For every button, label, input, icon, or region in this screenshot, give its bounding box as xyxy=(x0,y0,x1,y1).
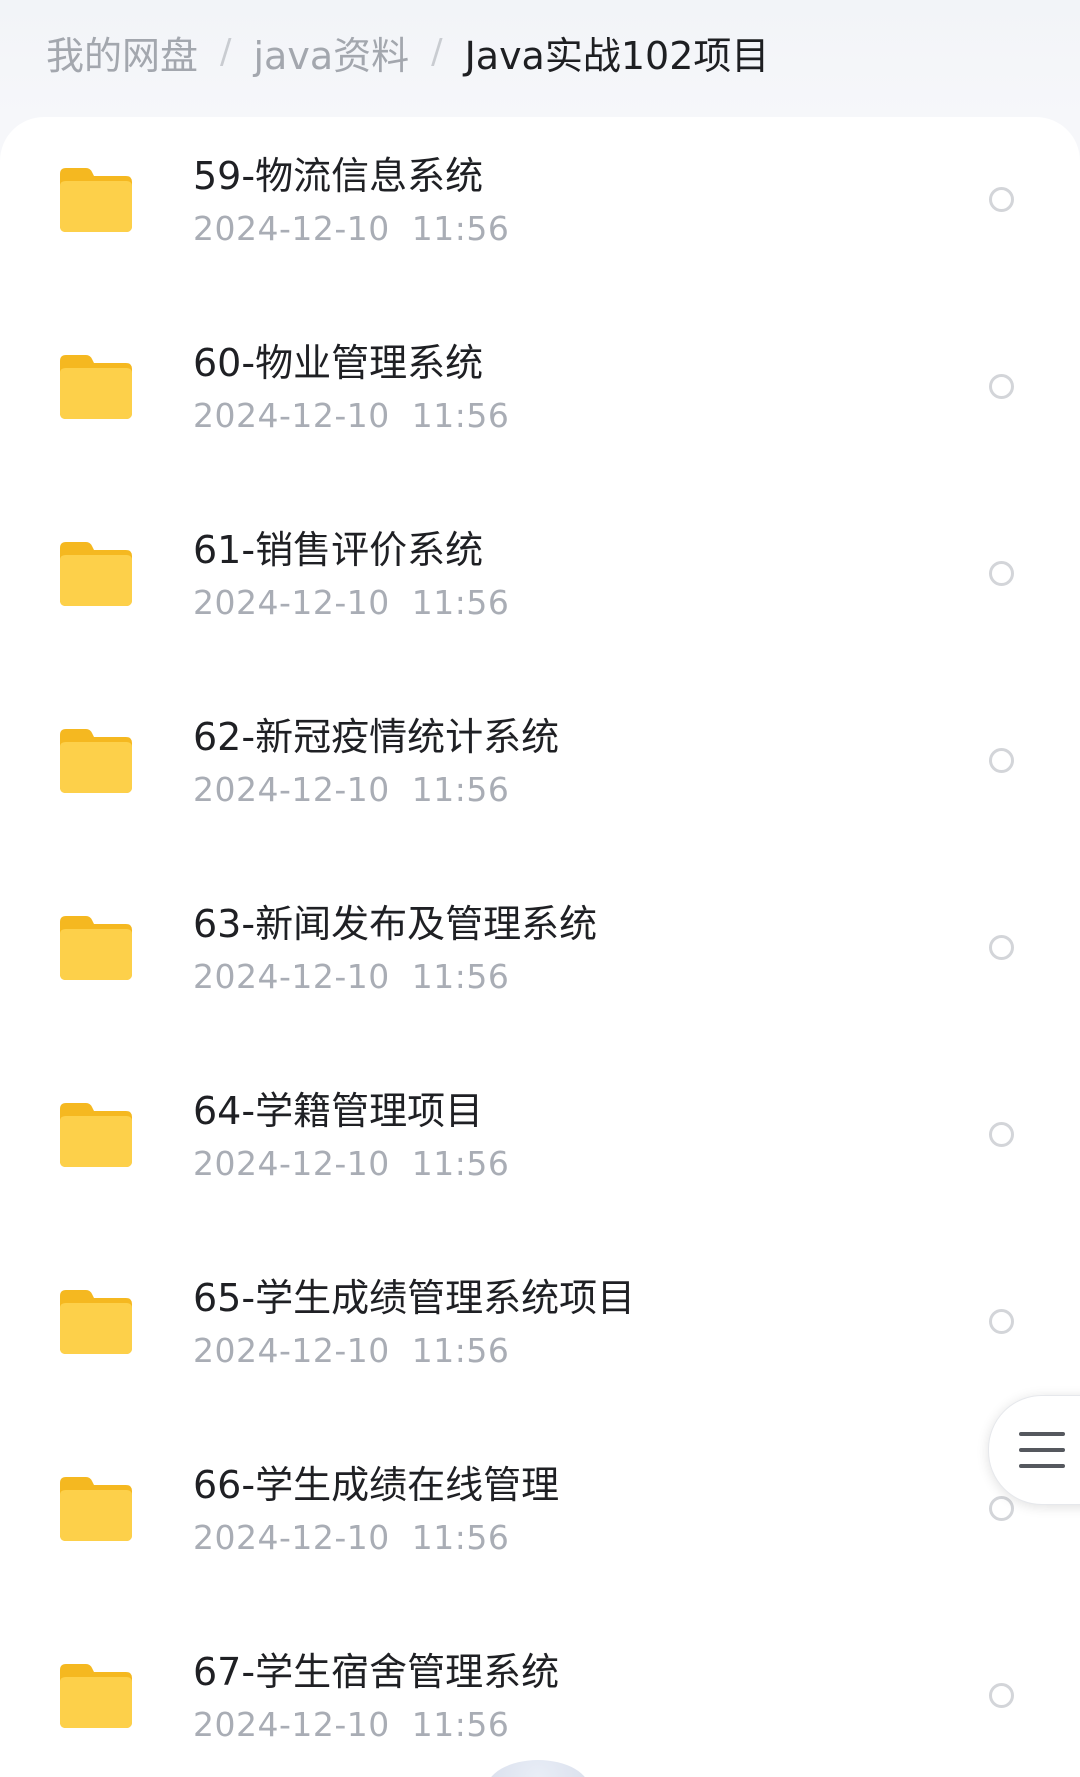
radio-circle-icon[interactable] xyxy=(989,1122,1014,1147)
breadcrumb-item-my-drive[interactable]: 我的网盘 xyxy=(46,25,198,80)
hamburger-menu-icon xyxy=(1019,1464,1065,1468)
radio-circle-icon[interactable] xyxy=(989,1683,1014,1708)
radio-circle-icon[interactable] xyxy=(989,187,1014,212)
hamburger-menu-icon xyxy=(1019,1448,1065,1452)
folder-row[interactable]: 60-物业管理系统 2024-12-10 11:56 xyxy=(0,318,1080,505)
folder-name: 59-物流信息系统 xyxy=(193,154,484,198)
folder-icon xyxy=(60,542,132,606)
folder-name: 60-物业管理系统 xyxy=(193,341,484,385)
file-browser-screen: 我的网盘 / java资料 / Java实战102项目 59-物流信息系统 20… xyxy=(0,0,1080,1777)
folder-name: 63-新闻发布及管理系统 xyxy=(193,902,598,946)
folder-name: 65-学生成绩管理系统项目 xyxy=(193,1276,636,1320)
folder-icon xyxy=(60,1664,132,1728)
radio-circle-icon[interactable] xyxy=(989,748,1014,773)
folder-icon xyxy=(60,168,132,232)
breadcrumb-item-current-folder: Java实战102项目 xyxy=(464,33,770,78)
folder-row[interactable]: 66-学生成绩在线管理 2024-12-10 11:56 xyxy=(0,1440,1080,1627)
folder-date: 2024-12-10 11:56 xyxy=(193,957,510,996)
folder-icon xyxy=(60,1290,132,1354)
radio-circle-icon[interactable] xyxy=(989,1496,1014,1521)
folder-date: 2024-12-10 11:56 xyxy=(193,583,510,622)
hamburger-menu-icon xyxy=(1019,1432,1065,1436)
folder-date: 2024-12-10 11:56 xyxy=(193,209,510,248)
folder-name: 62-新冠疫情统计系统 xyxy=(193,715,560,759)
folder-name: 66-学生成绩在线管理 xyxy=(193,1463,560,1507)
radio-circle-icon[interactable] xyxy=(989,1309,1014,1334)
folder-icon xyxy=(60,1103,132,1167)
folder-icon xyxy=(60,916,132,980)
folder-row[interactable]: 67-学生宿舍管理系统 2024-12-10 11:56 xyxy=(0,1627,1080,1777)
folder-icon xyxy=(60,729,132,793)
folder-date: 2024-12-10 11:56 xyxy=(193,1518,510,1557)
radio-circle-icon[interactable] xyxy=(989,374,1014,399)
folder-row[interactable]: 62-新冠疫情统计系统 2024-12-10 11:56 xyxy=(0,692,1080,879)
folder-icon xyxy=(60,1477,132,1541)
folder-name: 64-学籍管理项目 xyxy=(193,1089,484,1133)
folder-row[interactable]: 59-物流信息系统 2024-12-10 11:56 xyxy=(0,131,1080,318)
folder-name: 61-销售评价系统 xyxy=(193,528,484,572)
folder-row[interactable]: 65-学生成绩管理系统项目 2024-12-10 11:56 xyxy=(0,1253,1080,1440)
breadcrumb-item-java-materials[interactable]: java资料 xyxy=(253,25,409,80)
folder-date: 2024-12-10 11:56 xyxy=(193,770,510,809)
breadcrumb: 我的网盘 / java资料 / Java实战102项目 xyxy=(46,22,769,82)
folder-row[interactable]: 64-学籍管理项目 2024-12-10 11:56 xyxy=(0,1066,1080,1253)
folder-row[interactable]: 61-销售评价系统 2024-12-10 11:56 xyxy=(0,505,1080,692)
breadcrumb-separator: / xyxy=(220,32,232,72)
folder-date: 2024-12-10 11:56 xyxy=(193,1331,510,1370)
file-list: 59-物流信息系统 2024-12-10 11:56 60-物业管理系统 202… xyxy=(0,117,1080,1777)
folder-name: 67-学生宿舍管理系统 xyxy=(193,1650,560,1694)
breadcrumb-separator: / xyxy=(431,32,443,72)
radio-circle-icon[interactable] xyxy=(989,561,1014,586)
folder-icon xyxy=(60,355,132,419)
radio-circle-icon[interactable] xyxy=(989,935,1014,960)
folder-row[interactable]: 63-新闻发布及管理系统 2024-12-10 11:56 xyxy=(0,879,1080,1066)
folder-date: 2024-12-10 11:56 xyxy=(193,1144,510,1183)
folder-date: 2024-12-10 11:56 xyxy=(193,396,510,435)
folder-date: 2024-12-10 11:56 xyxy=(193,1705,510,1744)
